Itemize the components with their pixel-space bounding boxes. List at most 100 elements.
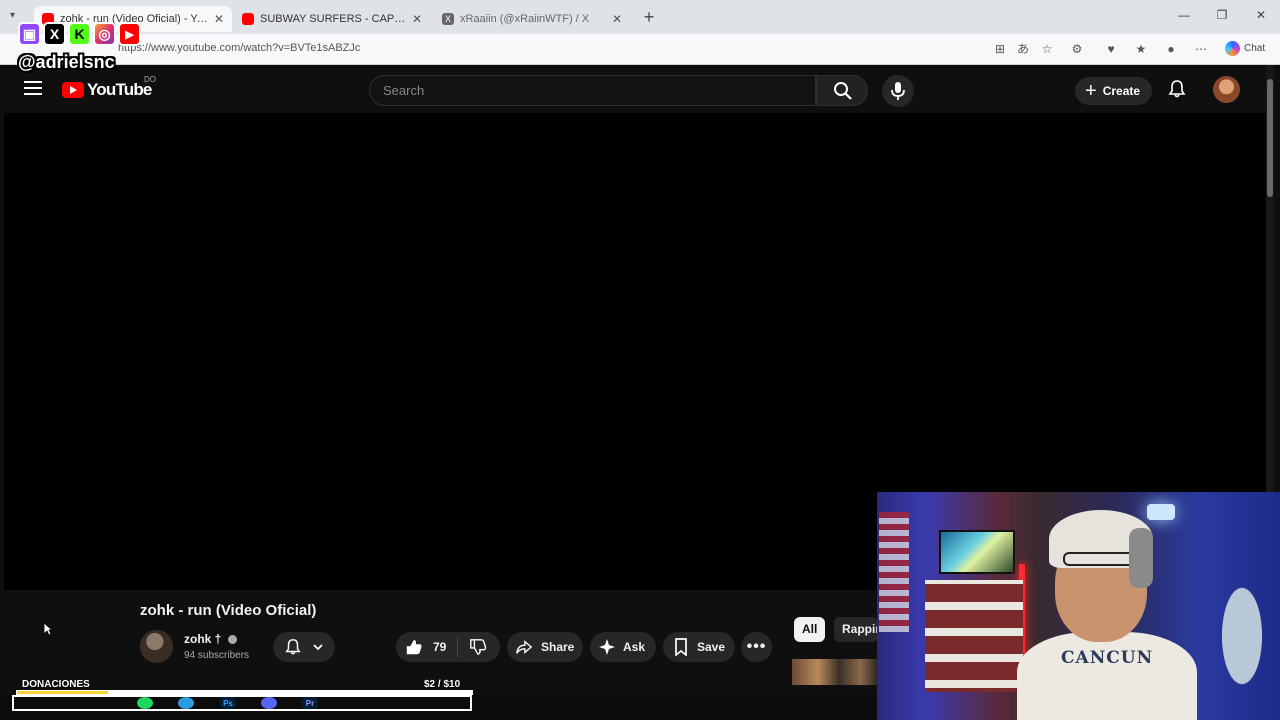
- ask-label: Ask: [623, 640, 646, 654]
- browser-tab-subway[interactable]: SUBWAY SURFERS - CAPÍTULO 1 | ✕: [234, 6, 430, 32]
- extensions-icon[interactable]: ⚙: [1070, 42, 1084, 56]
- copilot-label: Chat: [1244, 43, 1266, 54]
- donations-label: DONACIONES: [22, 679, 90, 690]
- channel-name[interactable]: zohk †: [184, 632, 237, 646]
- premiere-icon[interactable]: Pr: [302, 697, 318, 709]
- copilot-icon: [1225, 41, 1240, 56]
- browser-tab-x[interactable]: X xRaaiin (@xRaiinWTF) / X ✕: [434, 6, 630, 32]
- address-bar: https://www.youtube.com/watch?v=BVTe1sAB…: [0, 34, 1280, 65]
- more-horizontal-icon: •••: [746, 638, 767, 655]
- tab-close-icon[interactable]: ✕: [412, 12, 422, 26]
- photoshop-icon[interactable]: Ps: [220, 697, 236, 709]
- voice-search-button[interactable]: [882, 75, 914, 107]
- search-icon: [834, 82, 852, 100]
- shelf: [925, 580, 1023, 692]
- more-menu-icon[interactable]: ⋯: [1194, 42, 1208, 56]
- minimize-icon[interactable]: —: [1176, 8, 1192, 22]
- like-button[interactable]: 79: [396, 637, 458, 657]
- streamer-glasses: [1063, 552, 1139, 566]
- tab-list-chevron-icon[interactable]: ▾: [10, 10, 15, 21]
- menu-icon[interactable]: [24, 81, 42, 95]
- streamer-shirt: [1017, 632, 1197, 720]
- more-actions-button[interactable]: •••: [741, 632, 772, 662]
- copilot-button[interactable]: Chat: [1225, 41, 1265, 56]
- youtube-logo-text: YouTube: [87, 80, 152, 99]
- subscriber-count: 94 subscribers: [184, 650, 250, 661]
- tab-close-icon[interactable]: ✕: [214, 12, 224, 26]
- restore-icon[interactable]: ❐: [1214, 8, 1230, 22]
- decoration-tree: [1207, 552, 1277, 692]
- donation-progress-fill: [17, 691, 108, 694]
- url-field[interactable]: https://www.youtube.com/watch?v=BVTe1sAB…: [118, 42, 360, 54]
- browser-essentials-icon[interactable]: ♥: [1104, 42, 1118, 56]
- save-button[interactable]: Save: [663, 632, 735, 662]
- create-button[interactable]: + Create: [1075, 77, 1152, 105]
- flag-decoration: [879, 512, 909, 632]
- search-button[interactable]: [816, 75, 868, 106]
- recommended-thumbnails[interactable]: [792, 659, 878, 685]
- share-button[interactable]: Share: [507, 632, 583, 662]
- subscribed-notifications-button[interactable]: [273, 632, 335, 662]
- channel-name-text: zohk †: [184, 632, 222, 646]
- notifications-bell-icon[interactable]: [1167, 79, 1187, 99]
- donations-amount: $2 / $10: [424, 679, 461, 690]
- translate-icon[interactable]: あ: [1016, 42, 1030, 56]
- discord-icon[interactable]: [261, 697, 277, 709]
- share-icon: [516, 640, 533, 654]
- shirt-text: CANCUN: [1061, 648, 1154, 668]
- streamer-handle: @adrielsnc: [18, 52, 115, 72]
- bookmark-icon: [675, 638, 687, 656]
- video-title: zohk - run (Video Oficial): [140, 602, 317, 619]
- account-avatar[interactable]: [1213, 76, 1240, 103]
- microphone-icon: [891, 82, 905, 100]
- kick-icon: K: [68, 22, 91, 46]
- social-icons: ▣ X K ◎ ▶: [18, 22, 141, 46]
- tab-title: xRaaiin (@xRaiinWTF) / X: [460, 13, 590, 25]
- verified-icon: [227, 635, 237, 645]
- ask-button[interactable]: Ask: [590, 632, 656, 662]
- edge-icon[interactable]: [178, 697, 194, 709]
- save-label: Save: [697, 640, 726, 654]
- ceiling-lamp: [1147, 504, 1175, 520]
- screen: ▾ zohk - run (Video Oficial) - YouTub ✕ …: [0, 0, 1280, 720]
- chevron-down-icon: [313, 644, 323, 651]
- spotify-icon[interactable]: [137, 697, 153, 709]
- x-icon: X: [43, 22, 66, 46]
- thumbs-up-icon: [406, 639, 422, 655]
- mouse-cursor-icon: [43, 622, 53, 636]
- chip-rappin[interactable]: Rappin: [834, 617, 878, 642]
- app-available-icon[interactable]: ⊞: [993, 42, 1007, 56]
- sparkle-icon: [599, 639, 615, 655]
- create-label: Create: [1102, 84, 1141, 98]
- instagram-icon: ◎: [93, 22, 116, 46]
- tab-title: SUBWAY SURFERS - CAPÍTULO 1 |: [260, 13, 406, 25]
- taskbar-frame: [12, 695, 472, 711]
- scrollbar-thumb[interactable]: [1267, 79, 1273, 197]
- youtube-icon: ▶: [118, 22, 141, 46]
- notifications-bell-icon: [285, 639, 301, 655]
- streamer-headset: [1129, 528, 1153, 588]
- tv-screen: [939, 530, 1015, 574]
- youtube-play-icon: [62, 82, 84, 98]
- plus-icon: +: [1085, 80, 1097, 102]
- close-window-icon[interactable]: ✕: [1253, 8, 1269, 22]
- youtube-logo[interactable]: YouTube: [62, 80, 152, 100]
- like-count: 79: [433, 640, 447, 654]
- twitch-icon: ▣: [18, 22, 41, 46]
- webcam-overlay: CANCUN: [877, 492, 1280, 720]
- youtube-header: YouTube DO Search + Create: [0, 65, 1264, 113]
- share-label: Share: [541, 640, 575, 654]
- browser-tab-bar: ▾ zohk - run (Video Oficial) - YouTub ✕ …: [0, 0, 1280, 34]
- x-favicon-icon: X: [442, 13, 454, 25]
- new-tab-icon[interactable]: +: [640, 8, 658, 26]
- thumbs-down-icon[interactable]: [469, 638, 487, 656]
- favorite-star-icon[interactable]: ☆: [1040, 42, 1054, 56]
- country-code: DO: [144, 75, 156, 84]
- like-dislike-group: 79: [396, 632, 500, 662]
- channel-avatar[interactable]: [140, 630, 173, 663]
- favorites-icon[interactable]: ★: [1134, 42, 1148, 56]
- tab-close-icon[interactable]: ✕: [612, 12, 622, 26]
- chip-all[interactable]: All: [794, 617, 826, 642]
- search-input[interactable]: Search: [369, 75, 816, 106]
- profile-icon[interactable]: ●: [1164, 42, 1178, 56]
